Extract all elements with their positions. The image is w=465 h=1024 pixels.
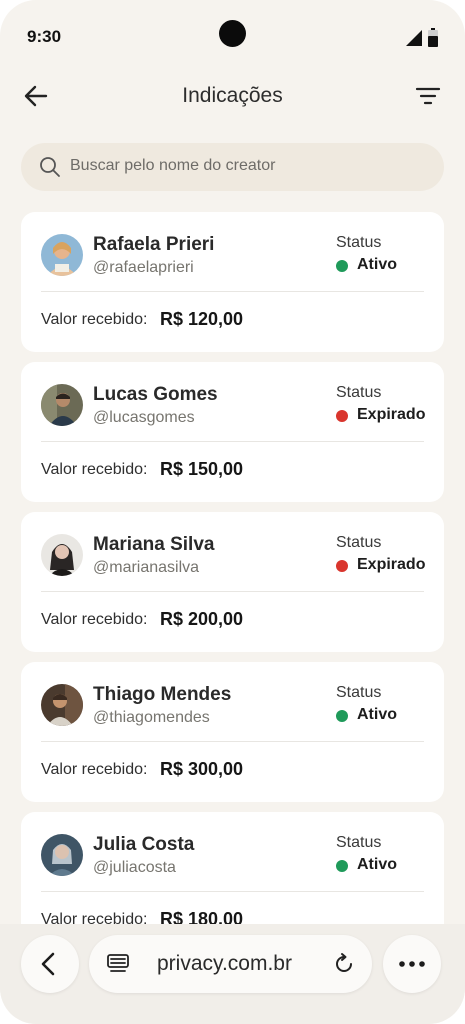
- status-label: Status: [336, 234, 382, 251]
- signal-icon: [406, 30, 422, 46]
- status-value: Expirado: [357, 406, 426, 423]
- browser-toolbar: privacy.com.br: [0, 924, 465, 1024]
- status-label: Status: [336, 384, 382, 401]
- creator-handle: @juliacosta: [93, 859, 176, 876]
- battery-icon: [428, 28, 438, 47]
- creator-handle: @marianasilva: [93, 559, 200, 576]
- value-received-label: Valor recebido:: [41, 461, 148, 478]
- status-value: Ativo: [357, 256, 397, 273]
- creator-name: Lucas Gomes: [93, 384, 218, 405]
- divider: [41, 591, 424, 592]
- status-dot: [336, 860, 348, 872]
- referral-card[interactable]: Lucas Gomes @lucasgomes Status Expirado …: [21, 362, 444, 502]
- status-dot: [336, 260, 348, 272]
- creator-handle: @lucasgomes: [93, 409, 195, 426]
- status-value: Ativo: [357, 856, 397, 873]
- creator-handle: @rafaelaprieri: [93, 259, 194, 276]
- value-received-amount: R$ 150,00: [160, 459, 244, 479]
- status-value: Ativo: [357, 706, 397, 723]
- status-dot: [336, 410, 348, 422]
- status-bar: 9:30: [0, 0, 465, 72]
- referral-card[interactable]: Rafaela Prieri @rafaelaprieri Status Ati…: [21, 212, 444, 352]
- page-title: Indicações: [182, 84, 283, 107]
- app-header: Indicações: [0, 72, 465, 122]
- reload-icon[interactable]: [332, 952, 356, 976]
- status-dot: [336, 710, 348, 722]
- creator-name: Mariana Silva: [93, 534, 215, 555]
- address-bar[interactable]: privacy.com.br: [89, 935, 372, 993]
- search-placeholder: Buscar pelo nome do creator: [70, 157, 276, 174]
- avatar: [41, 234, 83, 276]
- browser-menu-button[interactable]: [383, 935, 441, 993]
- referral-card[interactable]: Julia Costa @juliacosta Status Ativo Val…: [21, 812, 444, 924]
- avatar: [41, 384, 83, 426]
- status-dot: [336, 560, 348, 572]
- value-received-label: Valor recebido:: [41, 311, 148, 328]
- status-time: 9:30: [27, 27, 62, 46]
- value-received-label: Valor recebido:: [41, 611, 148, 628]
- browser-back-button[interactable]: [21, 935, 79, 993]
- divider: [41, 891, 424, 892]
- creator-handle: @thiagomendes: [93, 709, 210, 726]
- divider: [41, 441, 424, 442]
- value-received-amount: R$ 180,00: [160, 909, 244, 924]
- more-dots-icon: [399, 961, 425, 967]
- divider: [41, 291, 424, 292]
- value-received-label: Valor recebido:: [41, 911, 148, 924]
- avatar: [41, 684, 83, 726]
- creator-name: Julia Costa: [93, 834, 195, 855]
- status-label: Status: [336, 834, 382, 851]
- referral-card[interactable]: Mariana Silva @marianasilva Status Expir…: [21, 512, 444, 652]
- creator-name: Thiago Mendes: [93, 684, 232, 705]
- search-input[interactable]: Buscar pelo nome do creator: [21, 143, 444, 191]
- value-received-amount: R$ 200,00: [160, 609, 244, 629]
- search-icon: [40, 157, 60, 177]
- value-received-amount: R$ 120,00: [160, 309, 244, 329]
- phone-screen: 9:30 Indicações Buscar pelo nome do crea…: [0, 0, 465, 1024]
- chevron-left-icon: [41, 952, 55, 976]
- status-label: Status: [336, 684, 382, 701]
- referral-card[interactable]: Thiago Mendes @thiagomendes Status Ativo…: [21, 662, 444, 802]
- referral-list: Rafaela Prieri @rafaelaprieri Status Ati…: [21, 212, 444, 924]
- avatar: [41, 534, 83, 576]
- tabs-icon[interactable]: [107, 953, 129, 975]
- status-value: Expirado: [357, 556, 426, 573]
- filter-icon[interactable]: [415, 84, 441, 108]
- url-text: privacy.com.br: [157, 952, 292, 975]
- status-label: Status: [336, 534, 382, 551]
- value-received-label: Valor recebido:: [41, 761, 148, 778]
- value-received-amount: R$ 300,00: [160, 759, 244, 779]
- camera-cutout: [219, 20, 246, 47]
- avatar: [41, 834, 83, 876]
- divider: [41, 741, 424, 742]
- creator-name: Rafaela Prieri: [93, 234, 215, 255]
